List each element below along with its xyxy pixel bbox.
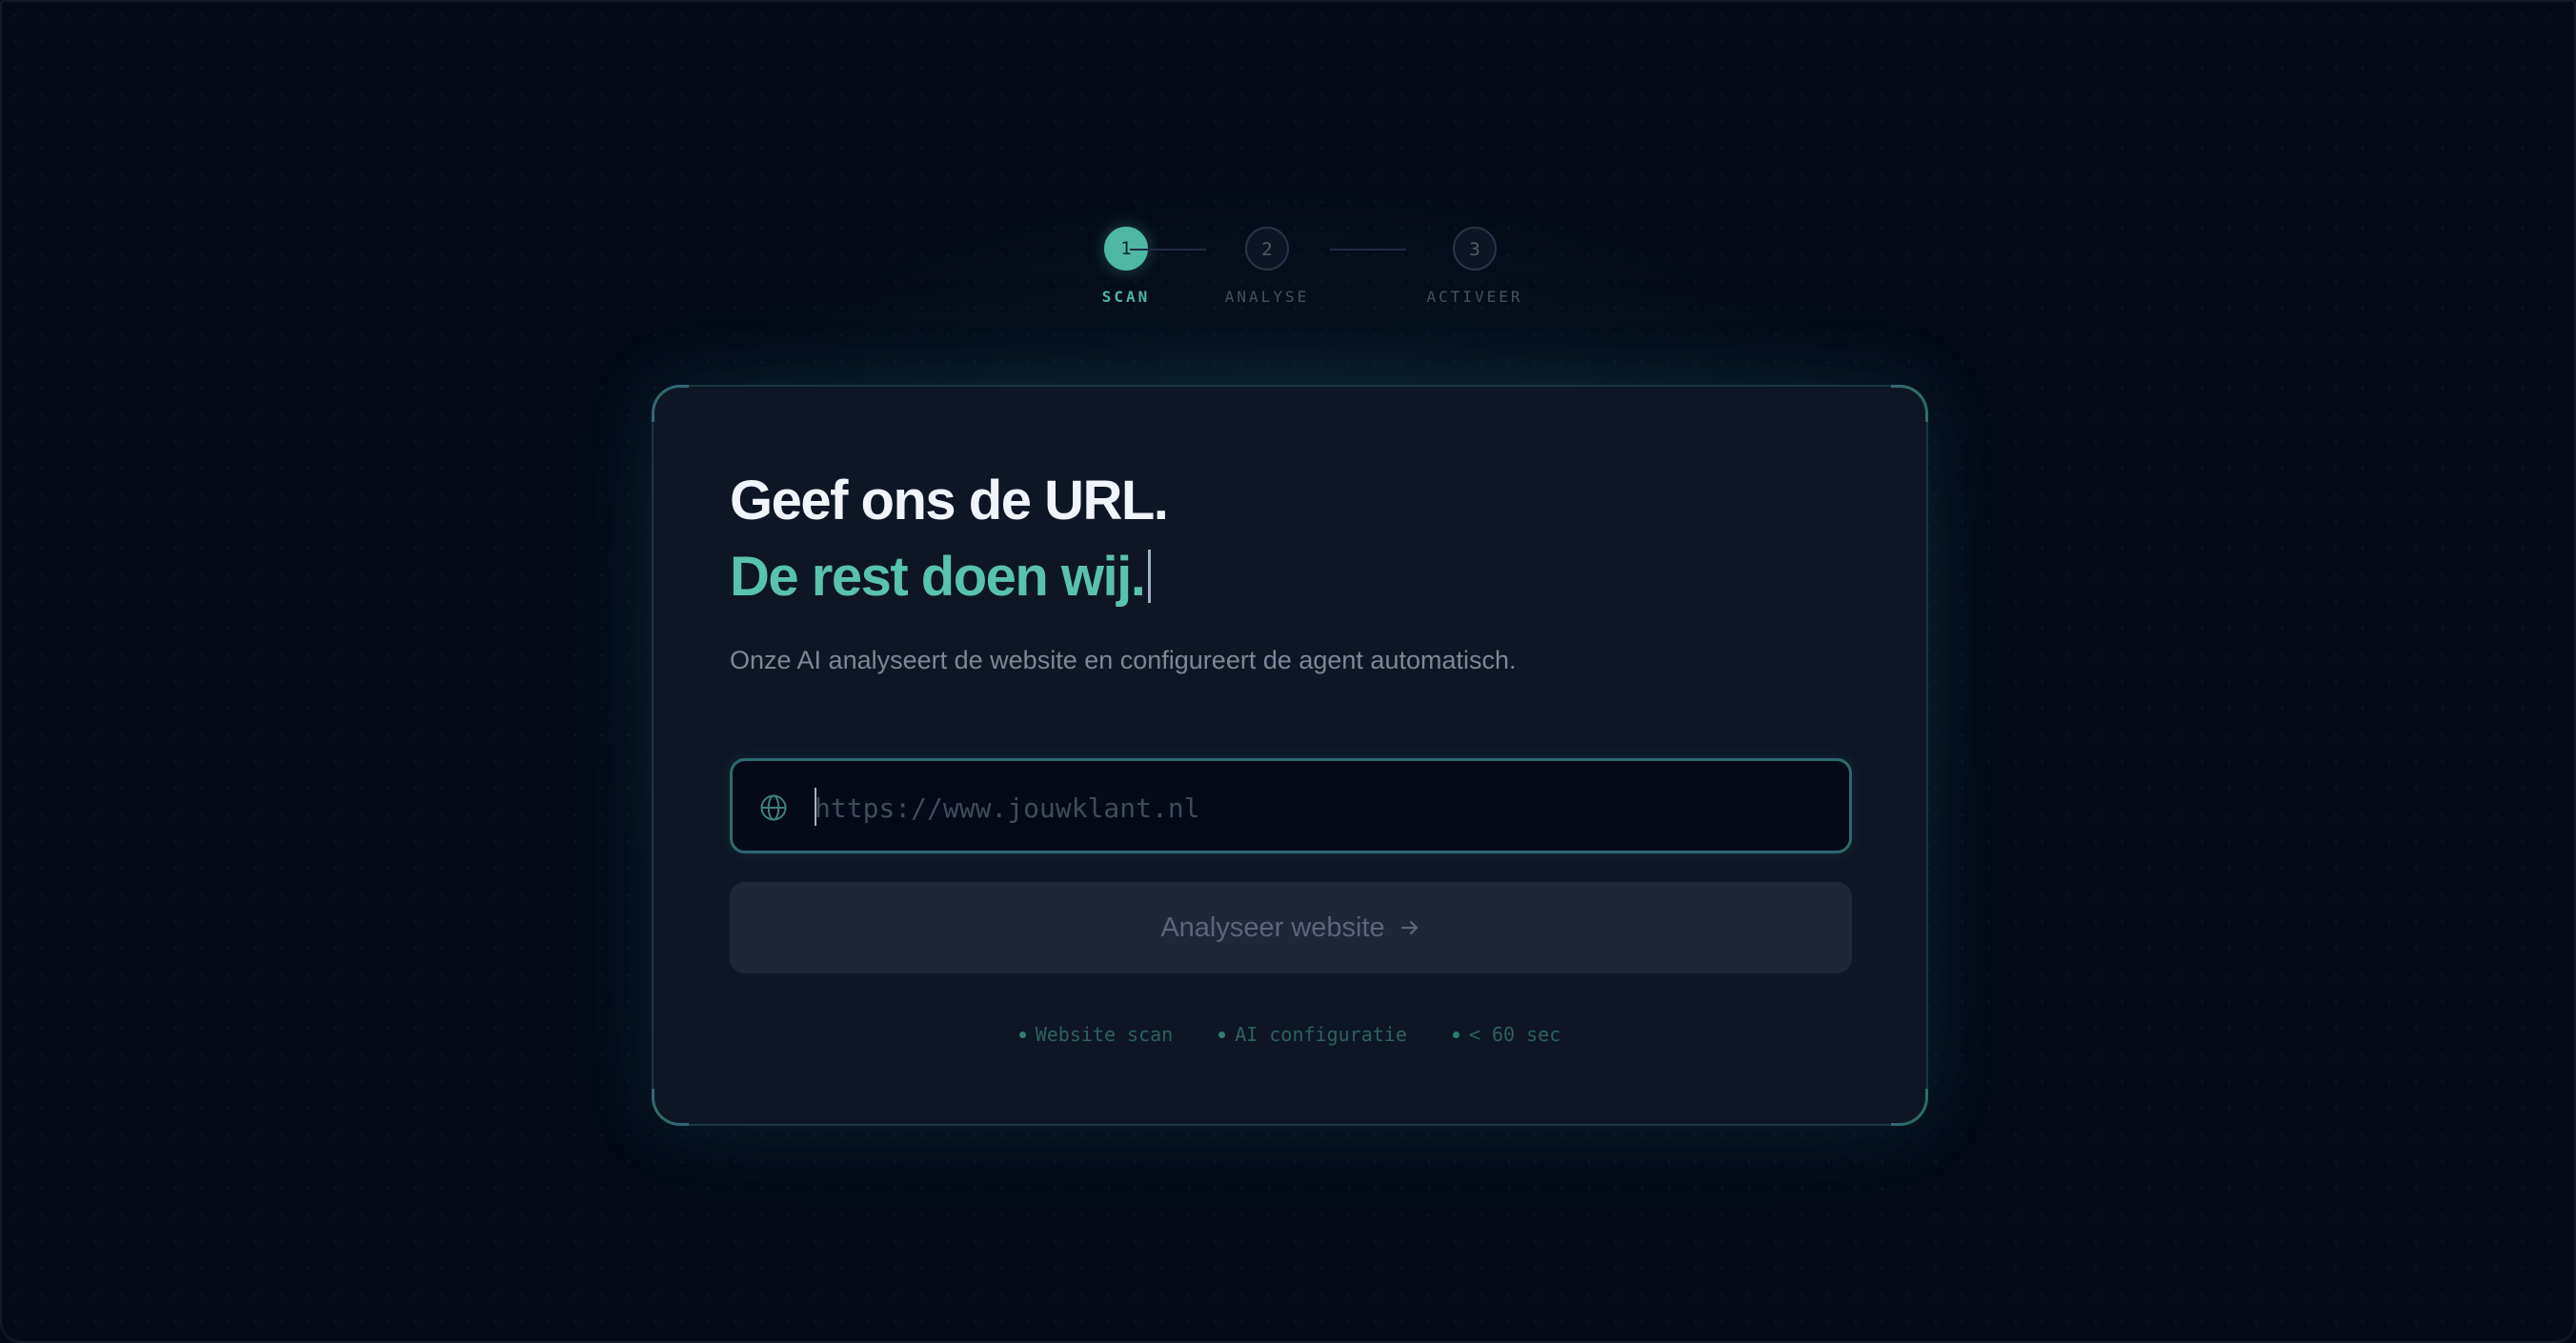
step-label: ANALYSE xyxy=(1224,288,1310,306)
input-caret xyxy=(815,788,816,826)
step-number-badge: 2 xyxy=(1245,227,1289,271)
step-analyse: 2 ANALYSE xyxy=(1200,227,1334,306)
feature-label: < 60 sec xyxy=(1468,1023,1561,1046)
corner-accent xyxy=(652,385,689,422)
card-subtitle: Onze AI analyseert de website en configu… xyxy=(730,646,1517,674)
analyze-button-label: Analyseer website xyxy=(1160,912,1385,943)
corner-accent xyxy=(1891,1089,1928,1126)
url-field[interactable] xyxy=(730,758,1852,853)
card-title-accent-text: De rest doen wij. xyxy=(730,546,1146,608)
corner-accent xyxy=(652,1089,689,1126)
feature-list: Website scan AI configuratie < 60 sec xyxy=(654,1023,1926,1046)
globe-icon xyxy=(760,794,787,821)
feature-item: Website scan xyxy=(1018,1023,1174,1046)
url-input[interactable] xyxy=(813,778,1826,837)
step-activeer: 3 ACTIVEER xyxy=(1408,227,1541,306)
page-background: 1 SCAN 2 ANALYSE 3 ACTIVEER Geef ons de … xyxy=(0,0,2576,1343)
step-label: ACTIVEER xyxy=(1426,288,1523,306)
bullet-dot xyxy=(1018,1032,1026,1038)
card-title: Geef ons de URL. xyxy=(730,470,1169,531)
arrow-right-icon xyxy=(1400,920,1418,935)
typing-caret xyxy=(1148,550,1152,603)
feature-item: < 60 sec xyxy=(1452,1023,1561,1046)
feature-label: Website scan xyxy=(1035,1023,1174,1046)
step-label: SCAN xyxy=(1101,288,1151,306)
feature-label: AI configuratie xyxy=(1235,1023,1407,1046)
step-connector xyxy=(1330,249,1406,251)
url-card: Geef ons de URL. De rest doen wij. Onze … xyxy=(652,385,1928,1126)
step-number-badge: 3 xyxy=(1453,227,1497,271)
feature-item: AI configuratie xyxy=(1218,1023,1407,1046)
corner-accent xyxy=(1891,385,1928,422)
step-scan: 1 SCAN xyxy=(1059,227,1193,306)
bullet-dot xyxy=(1452,1032,1459,1038)
step-connector xyxy=(1130,249,1206,251)
bullet-dot xyxy=(1218,1032,1226,1038)
card-title-accent: De rest doen wij. xyxy=(730,545,1152,609)
progress-stepper: 1 SCAN 2 ANALYSE 3 ACTIVEER xyxy=(1059,227,1520,312)
analyze-website-button[interactable]: Analyseer website xyxy=(730,882,1852,973)
